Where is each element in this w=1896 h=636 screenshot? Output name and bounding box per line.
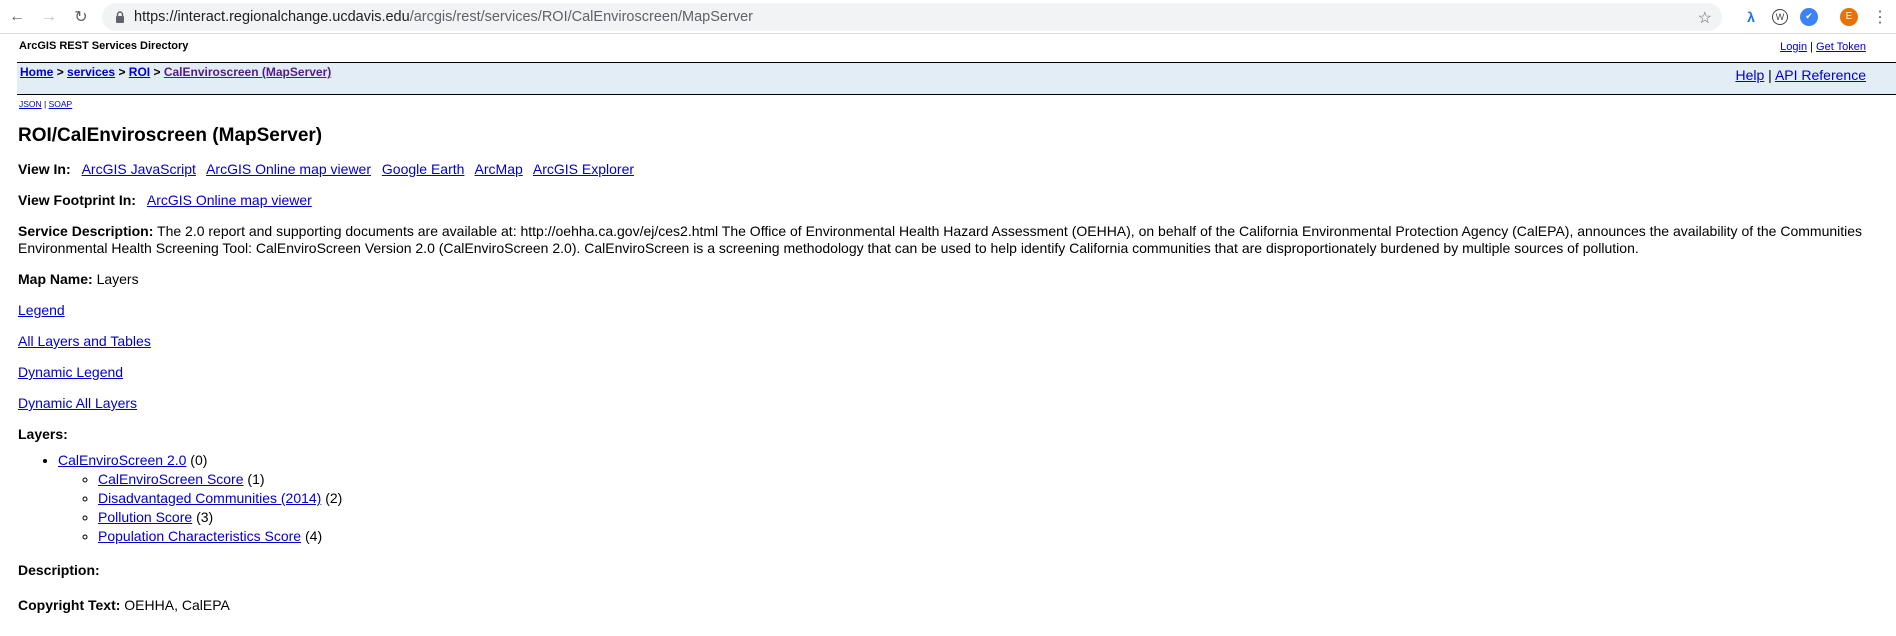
format-links: JSON | SOAP [19,99,73,109]
legend-row: Legend [18,302,1896,319]
breadcrumb-sep: > [56,65,64,79]
layer-id: (3) [196,509,214,525]
dynamic-all-layers-row: Dynamic All Layers [18,395,1896,412]
api-reference-link[interactable]: API Reference [1775,67,1866,83]
directory-title: ArcGIS REST Services Directory [19,40,189,52]
service-description: Service Description: The 2.0 report and … [18,223,1868,257]
layer-id: (0) [190,452,208,468]
view-in-arcgis-explorer[interactable]: ArcGIS Explorer [533,161,634,177]
layer-link-pollution-score[interactable]: Pollution Score [98,509,192,525]
breadcrumb-home[interactable]: Home [20,65,53,79]
breadcrumb-sep: > [153,65,161,79]
description-row: Description: [18,562,1896,579]
soap-link[interactable]: SOAP [49,99,73,109]
list-item: CalEnviroScreen 2.0 (0) CalEnviroScreen … [58,451,1896,546]
all-layers-row: All Layers and Tables [18,333,1896,350]
view-in-arcgis-javascript[interactable]: ArcGIS JavaScript [82,161,196,177]
bookmark-star-icon[interactable]: ☆ [1698,8,1712,28]
breadcrumb: Home > services > ROI > CalEnviroscreen … [20,65,331,79]
dynamic-legend-row: Dynamic Legend [18,364,1896,381]
layers-list: CalEnviroScreen 2.0 (0) CalEnviroScreen … [18,451,1896,546]
service-description-text: The 2.0 report and supporting documents … [18,223,1863,256]
layer-link-calenviroscreen-2[interactable]: CalEnviroScreen 2.0 [58,452,186,468]
view-footprint-row: View Footprint In: ArcGIS Online map vie… [18,192,1896,209]
view-in-arcgis-online[interactable]: ArcGIS Online map viewer [206,161,371,177]
layers-heading-row: Layers: [18,426,1896,443]
browser-toolbar: ← → ↻ https://interact.regionalchange.uc… [0,0,1896,34]
copyright-value: OEHHA, CalEPA [124,597,230,613]
list-item: Pollution Score (3) [98,508,1896,527]
help-link[interactable]: Help [1735,67,1764,83]
arcgis-page: ArcGIS REST Services Directory Login | G… [0,34,1896,614]
extension-w-icon[interactable]: W [1772,8,1788,25]
back-icon[interactable]: ← [8,8,26,26]
dynamic-legend-link[interactable]: Dynamic Legend [18,364,123,380]
auth-links: Login | Get Token [1780,41,1866,53]
url-path: /arcgis/rest/services/ROI/CalEnviroscree… [409,8,753,25]
list-item: CalEnviroScreen Score (1) [98,470,1896,489]
copyright-row: Copyright Text: OEHHA, CalEPA [18,597,1896,614]
map-name-row: Map Name: Layers [18,271,1896,288]
map-name-label: Map Name: [18,271,93,287]
list-item: Population Characteristics Score (4) [98,527,1896,546]
address-bar[interactable]: https://interact.regionalchange.ucdavis.… [102,2,1722,31]
layer-id: (1) [247,471,265,487]
map-name-value: Layers [96,271,139,287]
layer-id: (2) [325,490,343,506]
view-in-row: View In: ArcGIS JavaScript ArcGIS Online… [18,161,1896,178]
layers-label: Layers: [18,426,68,442]
breadcrumb-roi[interactable]: ROI [129,65,150,79]
menu-dots-icon[interactable]: ⋮ [1872,7,1888,27]
json-link[interactable]: JSON [19,99,42,109]
copyright-label: Copyright Text: [18,597,121,613]
legend-link[interactable]: Legend [18,302,65,318]
breadcrumb-services[interactable]: services [67,65,115,79]
layer-link-calenviroscreen-score[interactable]: CalEnviroScreen Score [98,471,244,487]
view-footprint-arcgis-online[interactable]: ArcGIS Online map viewer [147,192,312,208]
help-links: Help | API Reference [1735,67,1866,83]
layer-link-population-characteristics-score[interactable]: Population Characteristics Score [98,528,301,544]
extension-bird-icon[interactable]: ✔ [1800,7,1818,26]
url-host: https://interact.regionalchange.ucdavis.… [134,8,410,25]
layer-id: (4) [305,528,323,544]
description-label: Description: [18,562,100,578]
lock-icon [114,10,126,23]
directory-header: ArcGIS REST Services Directory Login | G… [0,34,1896,57]
page-title: ROI/CalEnviroscreen (MapServer) [18,125,323,146]
breadcrumb-current[interactable]: CalEnviroscreen (MapServer) [164,65,331,79]
forward-icon[interactable]: → [40,8,58,26]
main-content: ROI/CalEnviroscreen (MapServer) View In:… [18,125,1896,614]
profile-avatar[interactable]: E [1840,7,1858,26]
reload-icon[interactable]: ↻ [72,8,90,26]
breadcrumb-bar: Home > services > ROI > CalEnviroscreen … [17,62,1896,95]
list-item: Disadvantaged Communities (2014) (2) [98,489,1896,508]
get-token-link[interactable]: Get Token [1816,41,1866,53]
extension-k-icon[interactable]: λ [1742,8,1760,26]
view-in-label: View In: [18,161,71,177]
layer-link-disadvantaged-communities[interactable]: Disadvantaged Communities (2014) [98,490,321,506]
service-description-label: Service Description: [18,223,154,239]
breadcrumb-sep: > [118,65,126,79]
view-in-arcmap[interactable]: ArcMap [475,161,523,177]
view-in-google-earth[interactable]: Google Earth [382,161,465,177]
all-layers-and-tables-link[interactable]: All Layers and Tables [18,333,151,349]
view-footprint-label: View Footprint In: [18,192,136,208]
login-link[interactable]: Login [1780,41,1807,53]
dynamic-all-layers-link[interactable]: Dynamic All Layers [18,395,137,411]
